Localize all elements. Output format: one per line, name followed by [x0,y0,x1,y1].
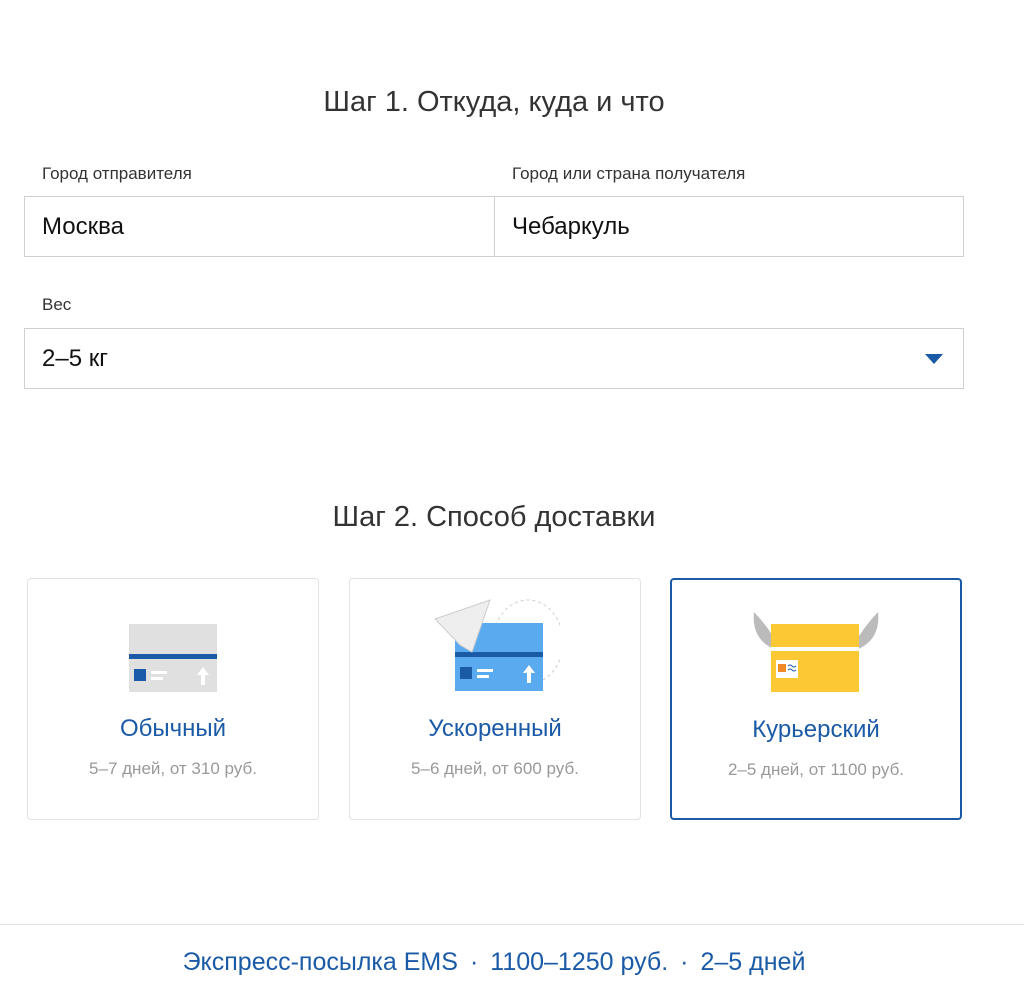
to-city-input[interactable]: Чебаркуль [494,196,964,257]
summary-price: 1100–1250 руб. [490,948,669,976]
weight-value: 2–5 кг [42,345,108,372]
chevron-down-icon [925,354,943,364]
step2-title: Шаг 2. Способ доставки [332,501,656,533]
courier-parcel-icon [753,612,879,692]
option-title: Ускоренный [428,715,562,742]
from-city-input[interactable]: Москва [24,196,495,257]
fast-parcel-icon [434,599,560,691]
option-title: Обычный [119,715,227,742]
summary-service: Экспресс-посылка EMS [182,948,458,976]
regular-parcel-icon [129,624,217,692]
separator: · [680,948,689,976]
option-title: Курьерский [752,716,880,743]
from-label: Город отправителя [42,164,192,183]
delivery-option-regular[interactable]: Обычный 5–7 дней, от 310 руб. [27,578,319,820]
option-subtitle: 5–6 дней, от 600 руб. [411,759,579,778]
to-label: Город или страна получателя [512,164,746,183]
option-subtitle: 5–7 дней, от 310 руб. [89,759,257,778]
delivery-option-courier[interactable]: Курьерский 2–5 дней, от 1100 руб. [670,578,962,820]
option-subtitle: 2–5 дней, от 1100 руб. [727,760,905,779]
separator: · [469,948,479,976]
delivery-option-express[interactable]: Ускоренный 5–6 дней, от 600 руб. [349,578,641,820]
divider [0,924,1024,925]
weight-label: Вес [42,295,72,314]
step1-title: Шаг 1. Откуда, куда и что [323,86,665,118]
weight-select[interactable]: 2–5 кг [24,328,964,389]
summary-days: 2–5 дней [700,948,806,976]
delivery-summary: Экспресс-посылка EMS · 1100–1250 руб. · 2–5 … [0,948,988,977]
